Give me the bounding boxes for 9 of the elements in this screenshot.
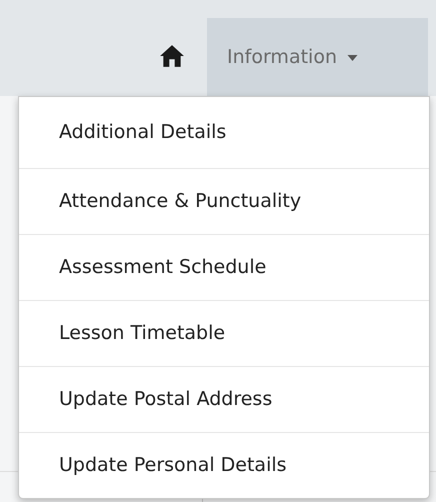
information-tab[interactable]: Information xyxy=(207,18,428,96)
menu-item[interactable]: Additional Details xyxy=(19,97,429,168)
menu-item[interactable]: Update Personal Details xyxy=(19,432,429,498)
menu-item[interactable]: Update Postal Address xyxy=(19,366,429,432)
menu-item[interactable]: Attendance & Punctuality xyxy=(19,168,429,234)
caret-icon xyxy=(346,55,358,61)
menu-item[interactable]: Lesson Timetable xyxy=(19,300,429,366)
home-icon[interactable] xyxy=(159,44,185,68)
menu-item[interactable]: Assessment Schedule xyxy=(19,234,429,300)
